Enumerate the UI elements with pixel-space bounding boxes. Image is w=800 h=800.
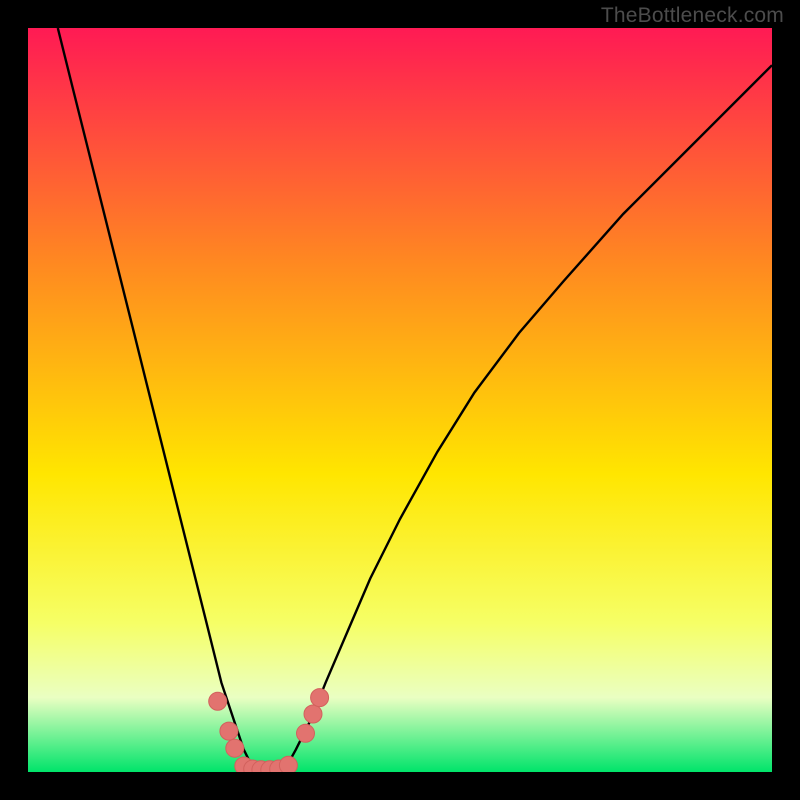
gradient-background (28, 28, 772, 772)
data-marker (297, 724, 315, 742)
chart-frame: TheBottleneck.com (0, 0, 800, 800)
bottleneck-curve-chart (28, 28, 772, 772)
data-marker (311, 689, 329, 707)
data-marker (209, 692, 227, 710)
data-marker (220, 722, 238, 740)
plot-area (28, 28, 772, 772)
watermark-text: TheBottleneck.com (601, 4, 784, 28)
data-marker (226, 739, 244, 757)
data-marker (279, 756, 297, 772)
data-marker (304, 705, 322, 723)
